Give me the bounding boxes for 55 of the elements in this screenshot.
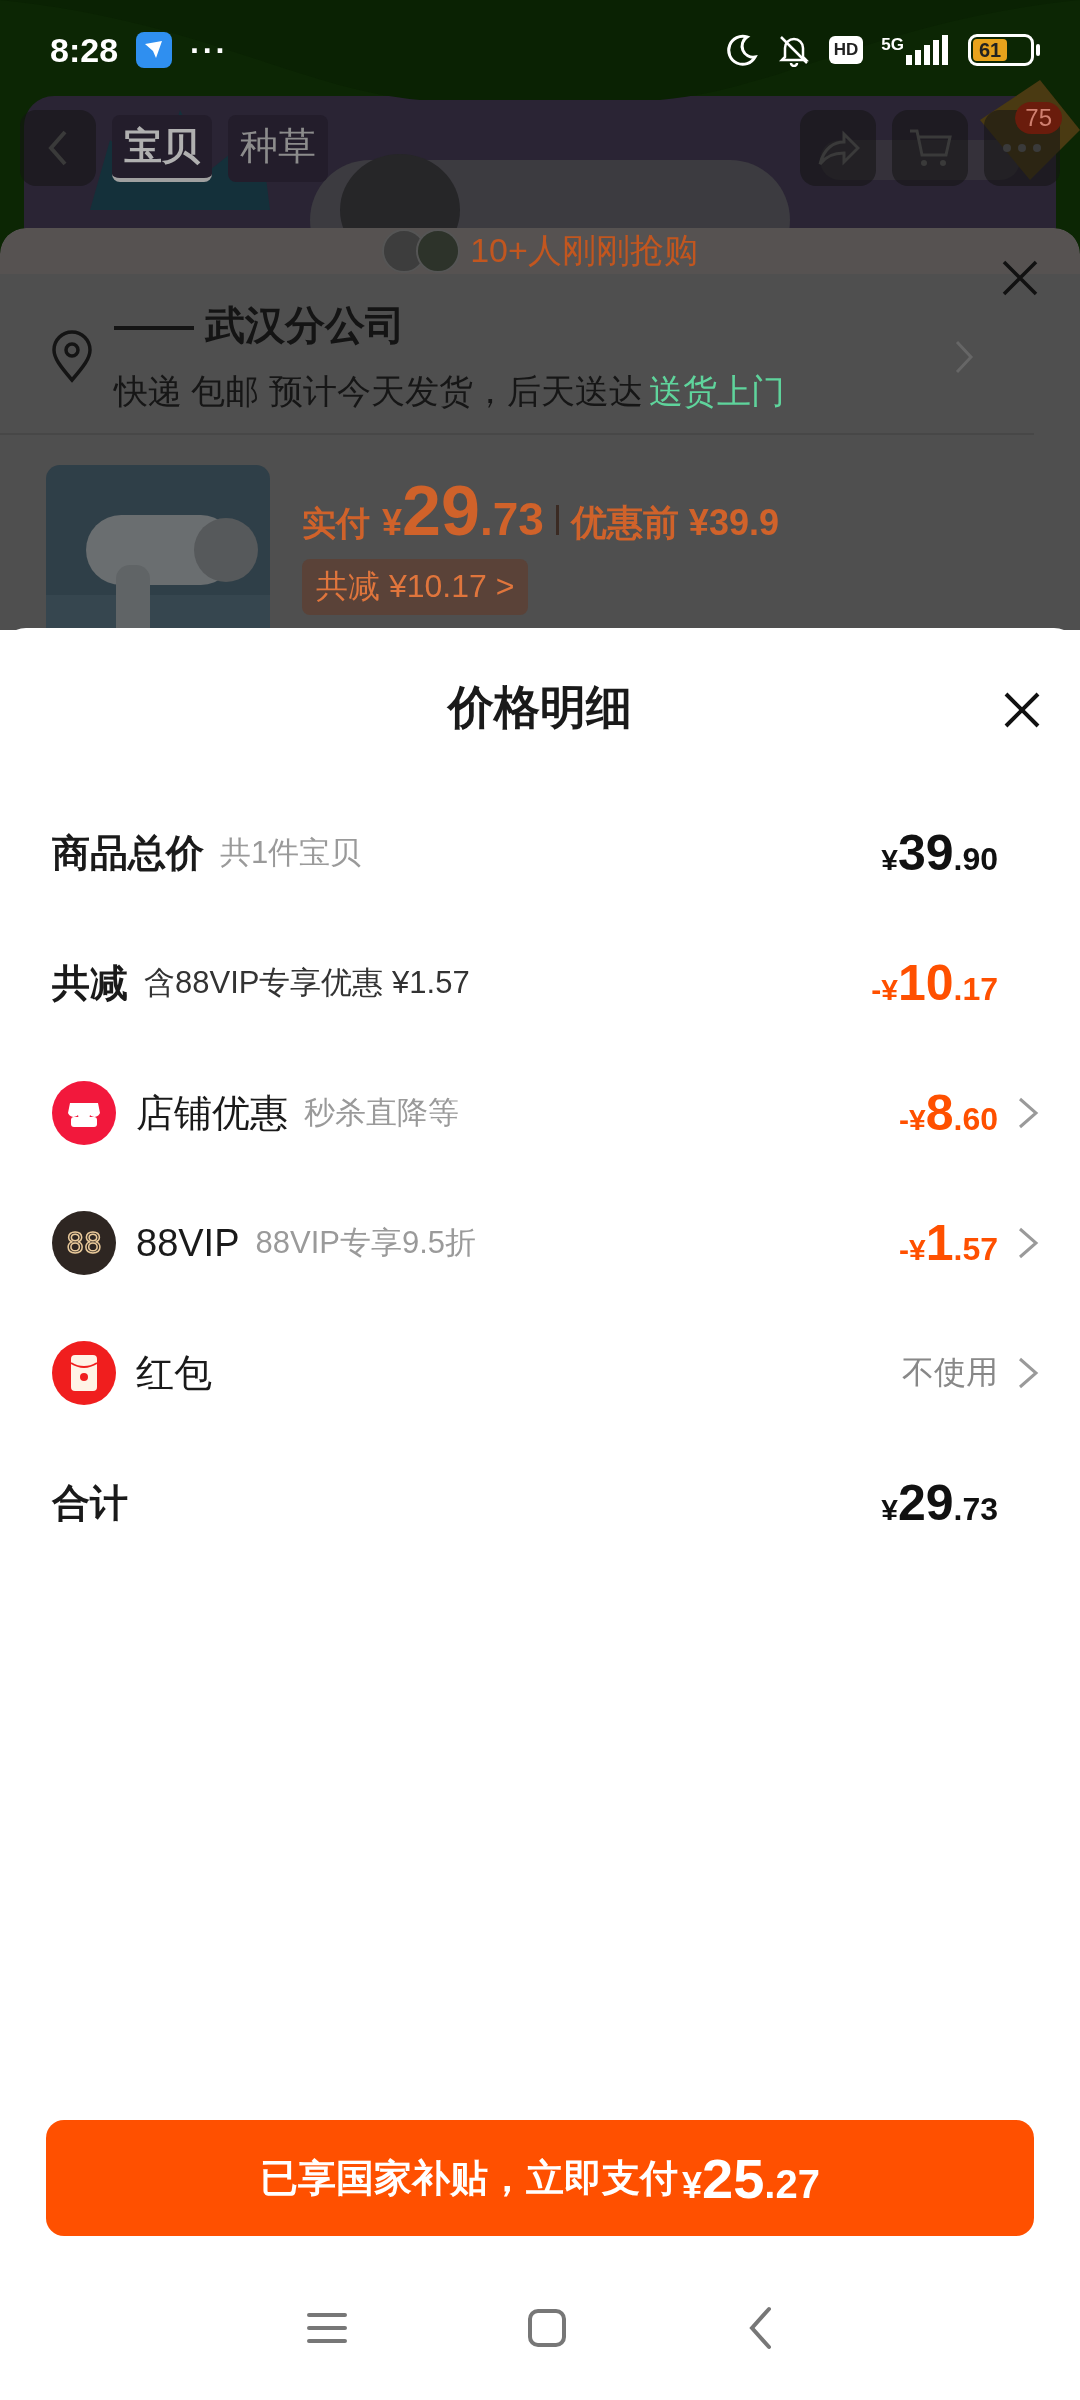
menu-button[interactable] bbox=[307, 2311, 347, 2345]
hd-indicator: HD bbox=[828, 36, 864, 64]
share-icon bbox=[816, 128, 860, 168]
chevron-right-icon[interactable] bbox=[954, 338, 974, 375]
row-amount: -¥10.17 bbox=[871, 954, 998, 1012]
network-type: 5G bbox=[881, 35, 904, 55]
share-button[interactable] bbox=[800, 110, 876, 186]
paid-price: ¥29.73 bbox=[382, 471, 544, 551]
app-notification-icon bbox=[136, 32, 173, 68]
pay-button[interactable]: 已享国家补贴，立即支付¥25.27 bbox=[46, 2120, 1034, 2236]
location-pin-icon bbox=[50, 329, 94, 384]
address-name: —— 武汉分公司 bbox=[114, 302, 407, 349]
row-note: 88VIP专享9.5折 bbox=[255, 1224, 477, 1262]
buyers-notice: 10+人刚刚抢购 bbox=[470, 230, 698, 271]
tab[interactable]: 种草 bbox=[228, 114, 328, 182]
discount-chip[interactable]: 共减 ¥10.17 > bbox=[302, 559, 529, 615]
vip-badge-icon: 88 bbox=[52, 1211, 116, 1275]
row-amount: ¥29.73 bbox=[881, 1474, 998, 1532]
battery-icon: 61 bbox=[968, 34, 1034, 66]
row-note: 秒杀直降等 bbox=[304, 1094, 459, 1132]
tab[interactable]: 宝贝 bbox=[112, 114, 212, 182]
row-note: 含88VIP专享优惠 ¥1.57 bbox=[144, 964, 470, 1002]
cart-button[interactable] bbox=[892, 110, 968, 186]
back-button[interactable] bbox=[20, 110, 96, 186]
sheet-title: 价格明细 bbox=[448, 680, 632, 735]
row-label: 商品总价 bbox=[52, 830, 204, 876]
close-icon bbox=[1002, 690, 1042, 730]
row-amount[interactable]: -¥1.57 bbox=[899, 1214, 998, 1272]
cart-icon bbox=[908, 127, 952, 169]
row-note: 共1件宝贝 bbox=[220, 834, 362, 872]
original-price: 优惠前 ¥39.9 bbox=[570, 501, 779, 545]
store-icon bbox=[52, 1081, 116, 1145]
row-amount[interactable]: 不使用 bbox=[902, 1351, 998, 1395]
signal-icon bbox=[906, 35, 950, 65]
row-label: 店铺优惠 bbox=[136, 1090, 288, 1136]
more-icon bbox=[1002, 143, 1042, 153]
row-label: 共减 bbox=[52, 960, 128, 1006]
more-notifications: ··· bbox=[190, 31, 229, 69]
row-label: 红包 bbox=[136, 1350, 212, 1396]
delivery-service: 送货上门 bbox=[648, 372, 785, 410]
chevron-left-icon bbox=[747, 2306, 773, 2350]
price-label: 实付 bbox=[302, 503, 370, 544]
row-amount[interactable]: -¥8.60 bbox=[899, 1084, 998, 1142]
home-button[interactable] bbox=[527, 2308, 567, 2348]
row-label: 88VIP bbox=[136, 1221, 240, 1265]
back-nav-button[interactable] bbox=[747, 2306, 773, 2350]
square-icon bbox=[527, 2308, 567, 2348]
menu-icon bbox=[307, 2311, 347, 2345]
envelope-icon bbox=[52, 1341, 116, 1405]
moon-icon bbox=[724, 33, 759, 67]
delivery-info: 快递 包邮 预计今天发货，后天送达 送货上门 bbox=[114, 371, 786, 412]
status-time: 8:28 bbox=[50, 30, 119, 70]
row-label: 合计 bbox=[52, 1480, 128, 1526]
row-amount: ¥39.90 bbox=[881, 824, 998, 882]
close-icon bbox=[1000, 258, 1040, 298]
